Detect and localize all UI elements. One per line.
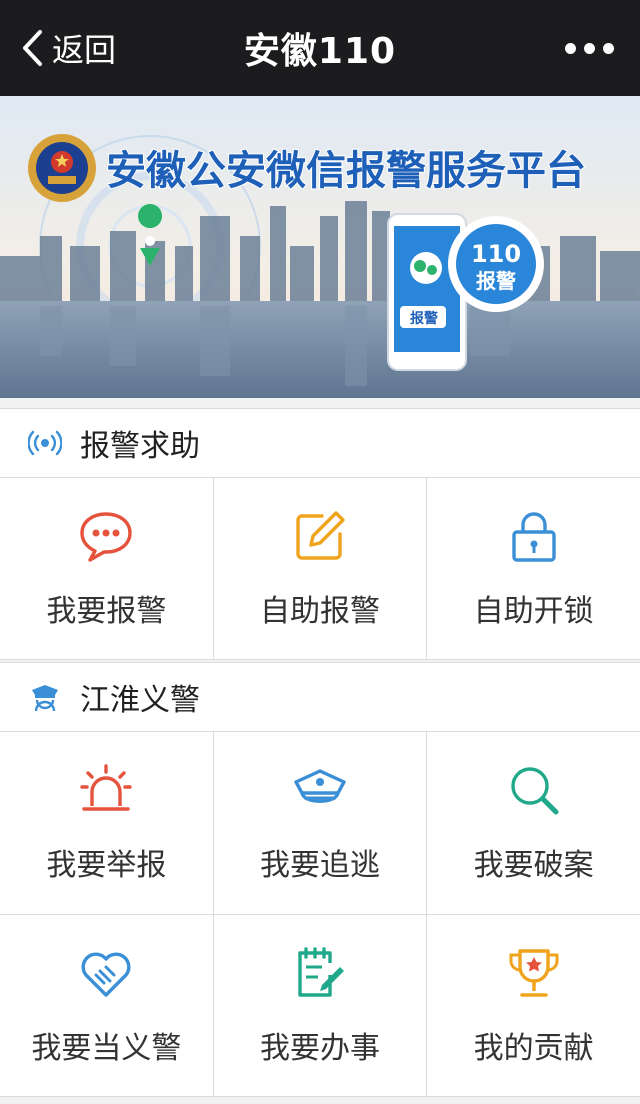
cell-label: 自助报警 xyxy=(260,593,380,629)
become-volunteer-button[interactable]: 我要当义警 xyxy=(0,915,214,1096)
tip-off-button[interactable]: 我要举报 xyxy=(0,732,214,914)
grid-row: 我要当义警 我要办事 我的贡献 xyxy=(0,915,640,1097)
alarm-light-icon xyxy=(80,764,133,811)
signal-icon xyxy=(28,430,62,456)
cell-label: 我的贡献 xyxy=(473,1030,594,1066)
section-header-alarm-help: 报警求助 xyxy=(0,408,640,478)
more-dot-icon xyxy=(603,42,614,54)
section-title: 报警求助 xyxy=(80,429,200,464)
back-button[interactable]: 返回 xyxy=(20,0,116,96)
section-title: 江淮义警 xyxy=(80,683,200,718)
self-unlock-button[interactable]: 自助开锁 xyxy=(427,478,640,659)
handle-affairs-button[interactable]: 我要办事 xyxy=(214,915,428,1096)
nav-bar: 返回 安徽110 xyxy=(0,0,640,96)
grid-row: 我要举报 我要追逃 我要破案 xyxy=(0,732,640,915)
fugitive-chase-button[interactable]: 我要追逃 xyxy=(214,732,428,914)
more-menu-button[interactable] xyxy=(565,0,614,96)
lock-icon xyxy=(511,511,556,562)
my-contribution-button[interactable]: 我的贡献 xyxy=(427,915,640,1096)
app: 返回 安徽110 安徽公安微信报警服务平台 报警 110 报警 报警求助 我要报… xyxy=(0,0,640,1104)
cell-label: 我要追逃 xyxy=(260,848,380,883)
more-dot-icon xyxy=(565,42,576,54)
more-dot-icon xyxy=(584,42,595,54)
search-icon xyxy=(510,767,559,815)
chat-bubble-icon xyxy=(80,511,133,562)
handshake-heart-icon xyxy=(81,952,131,997)
solve-case-button[interactable]: 我要破案 xyxy=(427,732,640,914)
cell-label: 我要办事 xyxy=(260,1030,380,1066)
cell-label: 自助开锁 xyxy=(473,593,594,629)
banner[interactable]: 安徽公安微信报警服务平台 报警 110 报警 xyxy=(0,96,640,398)
self-report-button[interactable]: 自助报警 xyxy=(214,478,428,659)
cell-label: 我要报警 xyxy=(46,593,167,629)
police-cap-icon xyxy=(294,769,346,803)
page-title: 安徽110 xyxy=(243,31,397,72)
banner-title: 安徽公安微信报警服务平台 xyxy=(106,148,586,194)
grid-row: 我要报警 自助报警 自助开锁 xyxy=(0,478,640,660)
phone-report-button: 报警 xyxy=(410,310,438,327)
banner-badge-text: 报警 xyxy=(476,269,516,293)
cell-label: 我要当义警 xyxy=(31,1030,182,1066)
document-pen-icon xyxy=(298,946,344,997)
police-officer-icon xyxy=(32,685,58,712)
cell-label: 我要破案 xyxy=(473,848,594,883)
section-header-jianghuai-volunteer: 江淮义警 xyxy=(0,662,640,732)
chevron-left-icon xyxy=(23,30,42,66)
back-label: 返回 xyxy=(52,31,117,69)
report-police-button[interactable]: 我要报警 xyxy=(0,478,214,659)
banner-badge-number: 110 xyxy=(471,240,521,268)
edit-icon xyxy=(296,510,345,560)
trophy-icon xyxy=(509,948,559,997)
cell-label: 我要举报 xyxy=(46,848,167,883)
